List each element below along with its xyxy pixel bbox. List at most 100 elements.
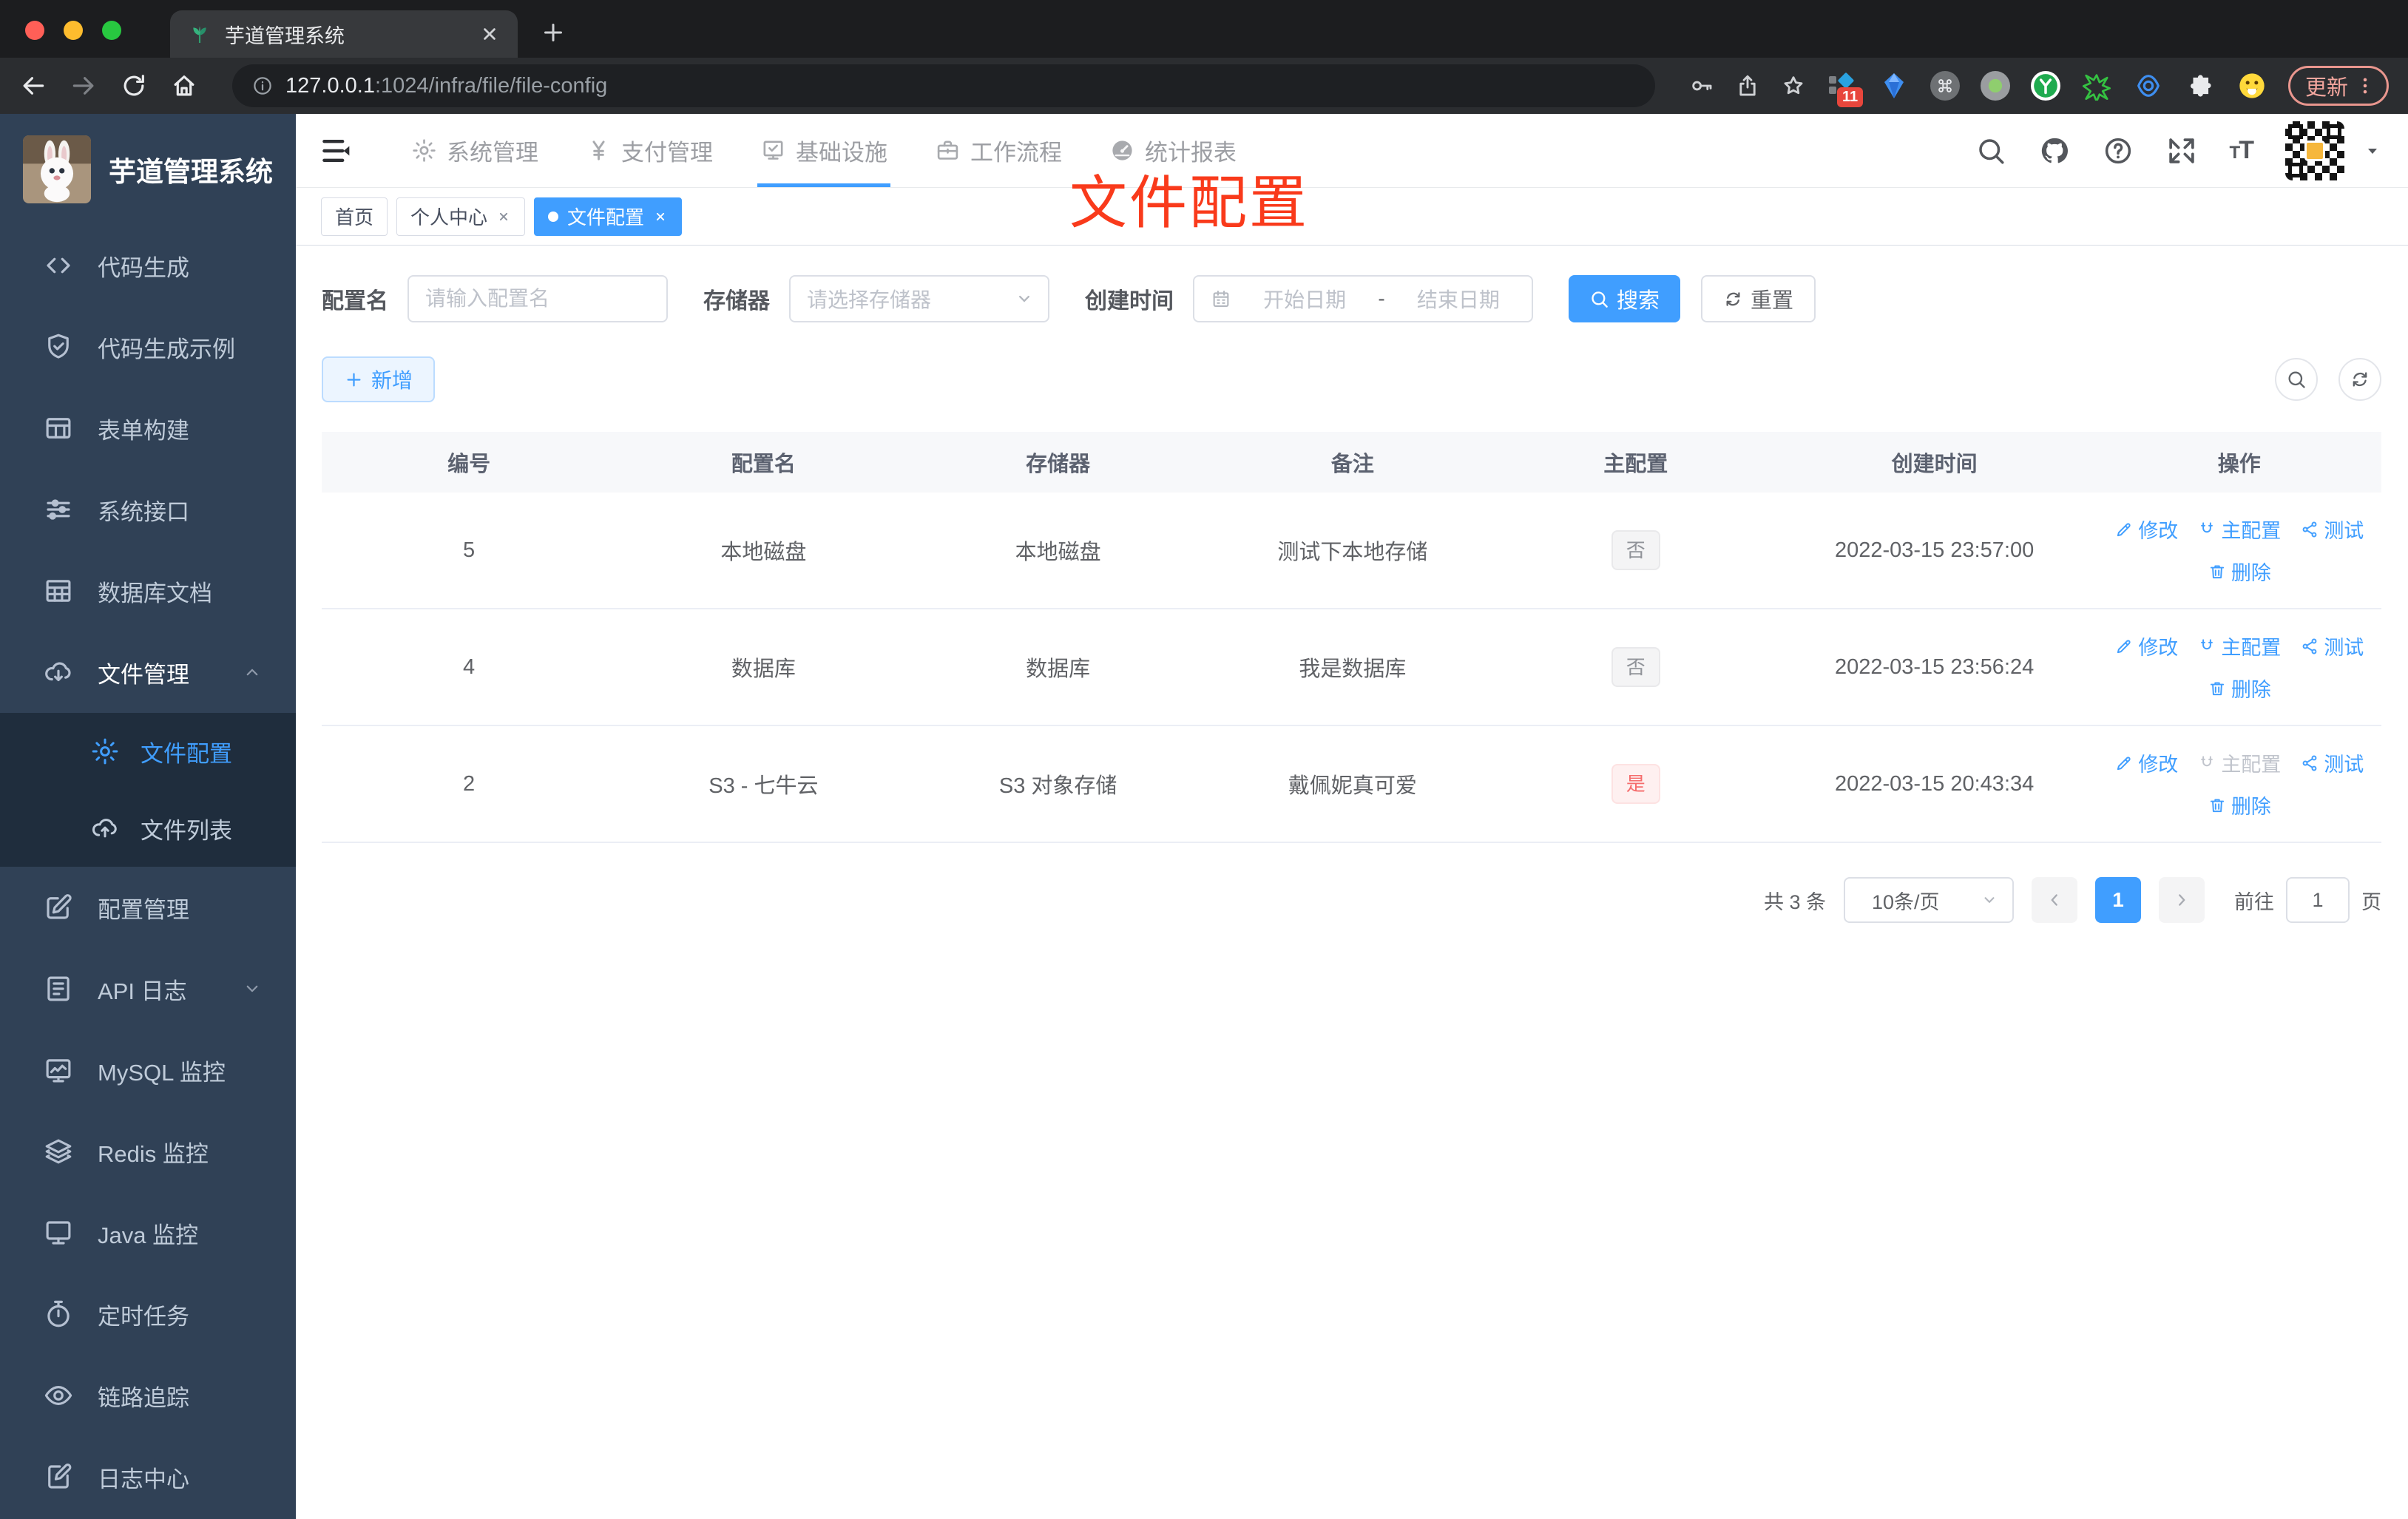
- extension-y-icon[interactable]: [2030, 71, 2060, 101]
- table-column-header: 编号: [322, 432, 617, 493]
- app-logo-row[interactable]: 芋道管理系统: [0, 114, 296, 225]
- bookmark-star-icon[interactable]: [1781, 73, 1806, 98]
- tag-label: 首页: [335, 206, 374, 229]
- cell-master: 否: [1500, 609, 1772, 726]
- sidebar-collapse-icon[interactable]: [319, 135, 352, 167]
- tag-file-config[interactable]: 文件配置: [534, 197, 683, 236]
- next-page-button[interactable]: [2159, 877, 2205, 923]
- sidebar-item-config-manage[interactable]: 配置管理: [0, 867, 296, 948]
- add-button[interactable]: 新增: [322, 356, 436, 402]
- topnav-item-workflow[interactable]: 工作流程: [911, 114, 1086, 187]
- test-link[interactable]: 测试: [2300, 515, 2364, 544]
- tag-close-icon[interactable]: [653, 209, 668, 224]
- goto-label: 前往: [2234, 890, 2274, 913]
- font-size-icon[interactable]: TT: [2230, 136, 2254, 165]
- cell-id: 5: [322, 493, 617, 609]
- sidebar-item-code-gen-demo[interactable]: 代码生成示例: [0, 306, 296, 388]
- sidebar-item-cron-job[interactable]: 定时任务: [0, 1273, 296, 1355]
- browser-update-button[interactable]: 更新: [2287, 66, 2389, 106]
- storage-select[interactable]: 请选择存储器: [789, 275, 1049, 322]
- sidebar-item-label: MySQL 监控: [98, 1059, 226, 1086]
- reload-icon[interactable]: [120, 72, 148, 100]
- github-icon[interactable]: [2039, 135, 2070, 166]
- close-window-button[interactable]: [25, 21, 44, 40]
- help-icon[interactable]: [2103, 135, 2134, 166]
- set-master-link[interactable]: 主配置: [2197, 515, 2281, 544]
- tag-home[interactable]: 首页: [321, 197, 388, 236]
- sidebar-item-trace[interactable]: 链路追踪: [0, 1355, 296, 1436]
- extension-dot-icon[interactable]: [1980, 71, 2010, 101]
- extension-eye-icon[interactable]: [2133, 70, 2164, 101]
- extension-puzzle-icon[interactable]: [2185, 70, 2216, 101]
- delete-link[interactable]: 删除: [2208, 674, 2271, 703]
- cell-storage: S3 对象存储: [910, 725, 1205, 843]
- chevron-up-icon: [241, 661, 263, 683]
- edit-link[interactable]: 修改: [2114, 748, 2178, 777]
- site-info-icon[interactable]: [251, 75, 274, 97]
- minimize-window-button[interactable]: [64, 21, 83, 40]
- browser-tab[interactable]: 芋道管理系统: [170, 10, 518, 58]
- sidebar-item-api-log[interactable]: API 日志: [0, 948, 296, 1029]
- search-button[interactable]: 搜索: [1569, 275, 1681, 322]
- toggle-search-button[interactable]: [2275, 358, 2318, 401]
- address-bar[interactable]: 127.0.0.1:1024/infra/file/file-config: [232, 64, 1655, 107]
- sidebar-item-mysql-monitor[interactable]: MySQL 监控: [0, 1029, 296, 1111]
- master-badge: 否: [1611, 647, 1660, 687]
- sidebar-item-code-gen[interactable]: 代码生成: [0, 225, 296, 306]
- edit-link[interactable]: 修改: [2114, 632, 2178, 660]
- search-icon[interactable]: [1975, 135, 2006, 166]
- tag-profile[interactable]: 个人中心: [396, 197, 526, 236]
- refresh-table-button[interactable]: [2338, 358, 2381, 401]
- sidebar-item-system-api[interactable]: 系统接口: [0, 469, 296, 550]
- sidebar-item-redis-monitor[interactable]: Redis 监控: [0, 1111, 296, 1192]
- calendar-icon: [1211, 288, 1231, 309]
- set-master-link[interactable]: 主配置: [2197, 748, 2281, 777]
- goto-page-input[interactable]: [2286, 877, 2350, 923]
- gear-icon: [90, 737, 120, 766]
- extension-star-icon[interactable]: [2081, 70, 2112, 101]
- back-icon[interactable]: [19, 72, 47, 100]
- delete-link[interactable]: 删除: [2208, 791, 2271, 819]
- sidebar-item-log-center[interactable]: 日志中心: [0, 1436, 296, 1518]
- test-link[interactable]: 测试: [2300, 748, 2364, 777]
- topnav-item-pay[interactable]: 支付管理: [562, 114, 737, 187]
- sidebar-item-file-manage[interactable]: 文件管理: [0, 632, 296, 713]
- document-icon: [43, 973, 74, 1004]
- delete-link[interactable]: 删除: [2208, 557, 2271, 586]
- page-size-select[interactable]: 10条/页: [1844, 877, 2014, 923]
- chevron-left-icon: [2045, 890, 2064, 910]
- sidebar-item-db-doc[interactable]: 数据库文档: [0, 550, 296, 632]
- tag-close-icon[interactable]: [496, 209, 511, 224]
- share-icon[interactable]: [1735, 73, 1760, 98]
- edit-link[interactable]: 修改: [2114, 515, 2178, 544]
- extension-gem-icon[interactable]: [1878, 70, 1910, 101]
- forward-icon[interactable]: [70, 72, 98, 100]
- sidebar-subitem-file-list[interactable]: 文件列表: [0, 790, 296, 867]
- password-key-icon[interactable]: [1689, 73, 1714, 98]
- topnav-item-report[interactable]: 统计报表: [1086, 114, 1260, 187]
- new-tab-button[interactable]: [540, 19, 567, 46]
- maximize-window-button[interactable]: [102, 21, 121, 40]
- set-master-link[interactable]: 主配置: [2197, 632, 2281, 660]
- config-name-input[interactable]: [407, 275, 668, 322]
- yen-icon: [586, 138, 612, 163]
- date-range-picker[interactable]: 开始日期 - 结束日期: [1193, 275, 1533, 322]
- user-menu-caret-icon[interactable]: [2364, 142, 2381, 160]
- sidebar-subitem-file-config[interactable]: 文件配置: [0, 713, 296, 790]
- sidebar-item-java-monitor[interactable]: Java 监控: [0, 1192, 296, 1273]
- test-link[interactable]: 测试: [2300, 632, 2364, 660]
- extension-command-icon[interactable]: [1930, 71, 1960, 101]
- fullscreen-icon[interactable]: [2166, 135, 2197, 166]
- user-avatar[interactable]: [2285, 121, 2344, 180]
- topnav-item-infra[interactable]: 基础设施: [737, 114, 911, 187]
- extension-emoji-icon[interactable]: [2236, 70, 2267, 101]
- home-icon[interactable]: [170, 72, 198, 100]
- sidebar-item-form-builder[interactable]: 表单构建: [0, 388, 296, 469]
- reset-button[interactable]: 重置: [1701, 275, 1816, 322]
- topnav-item-system[interactable]: 系统管理: [388, 114, 562, 187]
- current-page-button[interactable]: 1: [2095, 877, 2141, 923]
- tab-close-icon[interactable]: [479, 24, 500, 44]
- kebab-menu-icon[interactable]: [2354, 75, 2376, 97]
- extension-tampermonkey-icon[interactable]: 11: [1827, 70, 1864, 107]
- prev-page-button[interactable]: [2032, 877, 2077, 923]
